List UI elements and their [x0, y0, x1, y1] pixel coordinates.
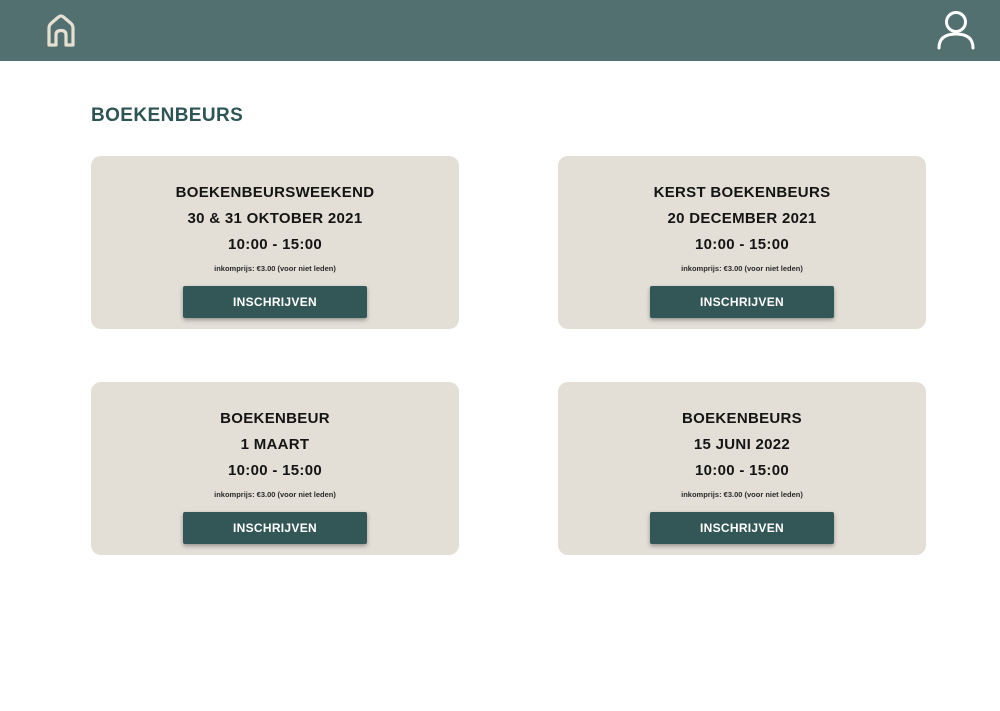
event-date: 30 & 31 OKTOBER 2021 — [187, 210, 363, 227]
event-title: KERST BOEKENBEURS — [653, 184, 831, 201]
event-time: 10:00 - 15:00 — [228, 236, 322, 253]
event-card: BOEKENBEURS 15 JUNI 2022 10:00 - 15:00 i… — [558, 382, 926, 555]
event-title: BOEKENBEUR — [220, 410, 330, 427]
top-navigation-bar — [0, 0, 1000, 61]
home-icon — [47, 14, 75, 47]
signup-button[interactable]: INSCHRIJVEN — [650, 286, 834, 318]
event-price: inkomprijs: €3.00 (voor niet leden) — [681, 264, 803, 273]
event-price: inkomprijs: €3.00 (voor niet leden) — [214, 490, 336, 499]
event-card: KERST BOEKENBEURS 20 DECEMBER 2021 10:00… — [558, 156, 926, 329]
event-title: BOEKENBEURSWEEKEND — [175, 184, 375, 201]
event-card: BOEKENBEURSWEEKEND 30 & 31 OKTOBER 2021 … — [91, 156, 459, 329]
user-profile-button[interactable] — [935, 10, 977, 52]
signup-button[interactable]: INSCHRIJVEN — [650, 512, 834, 544]
event-price: inkomprijs: €3.00 (voor niet leden) — [214, 264, 336, 273]
home-button[interactable] — [43, 12, 79, 48]
event-card: BOEKENBEUR 1 MAART 10:00 - 15:00 inkompr… — [91, 382, 459, 555]
event-price: inkomprijs: €3.00 (voor niet leden) — [681, 490, 803, 499]
signup-button[interactable]: INSCHRIJVEN — [183, 286, 367, 318]
page-title: BOEKENBEURS — [91, 105, 244, 126]
event-date: 1 MAART — [240, 436, 310, 453]
event-date: 15 JUNI 2022 — [693, 436, 791, 453]
event-time: 10:00 - 15:00 — [228, 462, 322, 479]
event-time: 10:00 - 15:00 — [695, 462, 789, 479]
user-icon — [937, 11, 975, 50]
signup-button[interactable]: INSCHRIJVEN — [183, 512, 367, 544]
event-title: BOEKENBEURS — [682, 410, 802, 427]
event-date: 20 DECEMBER 2021 — [667, 210, 817, 227]
event-time: 10:00 - 15:00 — [695, 236, 789, 253]
